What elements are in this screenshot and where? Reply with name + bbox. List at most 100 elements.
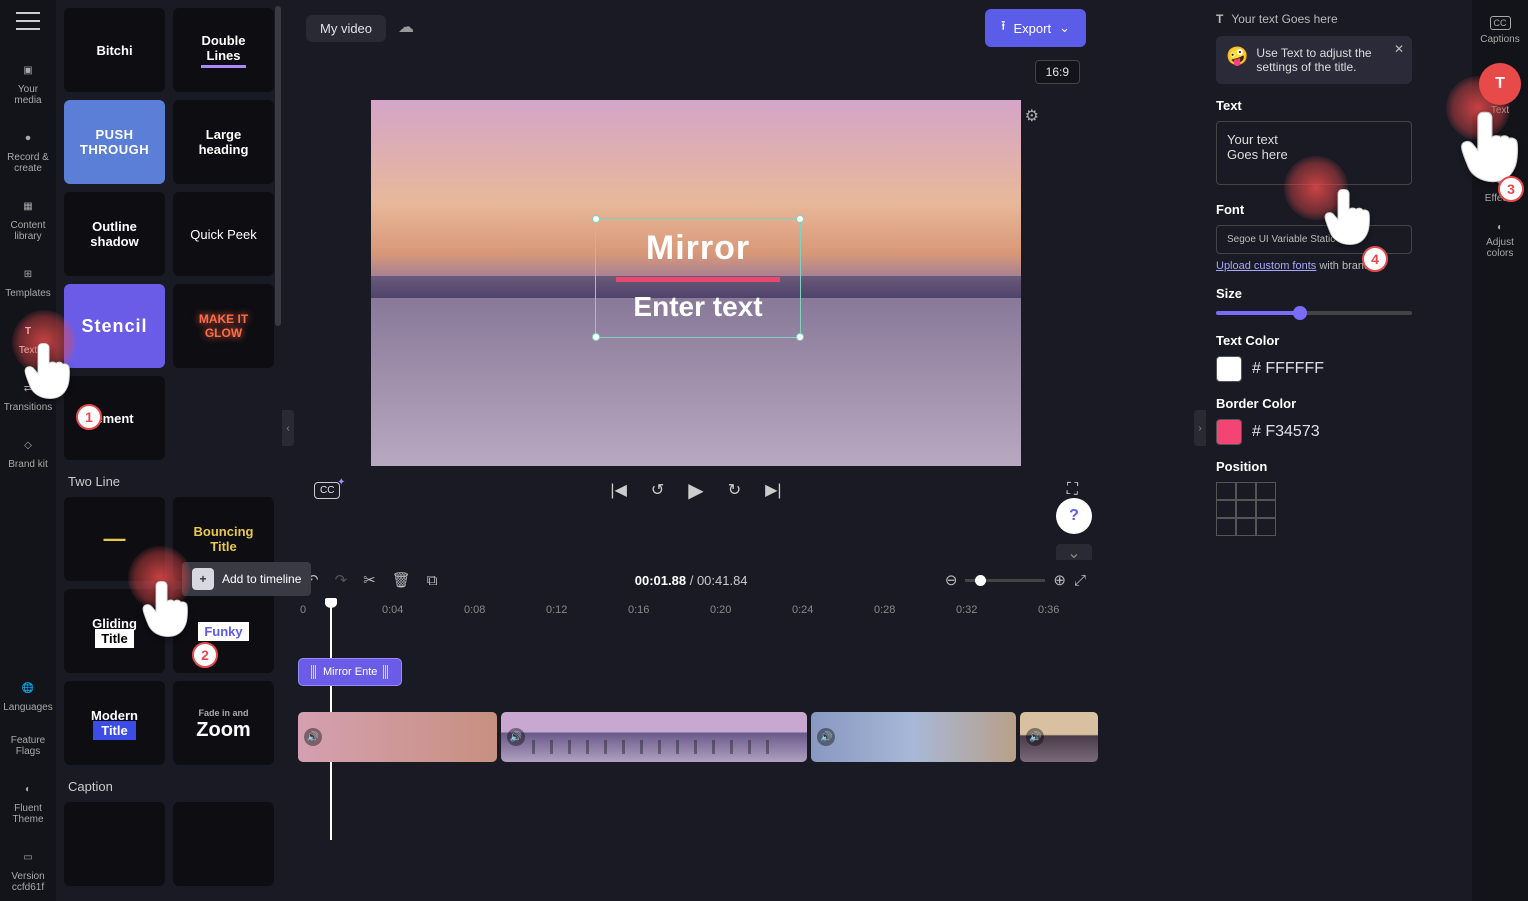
video-clip[interactable]: 🔊 (298, 712, 497, 762)
rr-filters[interactable]: ◎ Filters (1476, 128, 1524, 166)
resize-handle[interactable] (592, 215, 600, 223)
clip-grip-right[interactable] (383, 665, 389, 679)
style-bouncing-title[interactable]: BouncingTitle (173, 497, 274, 581)
cloud-sync-icon[interactable]: ☁ (398, 17, 420, 39)
zoom-in-button[interactable]: ⊕ (1053, 571, 1066, 589)
export-button[interactable]: ⭱ Export ⌄ (985, 9, 1086, 47)
text-icon: T (1216, 12, 1223, 26)
styles-scrollbar[interactable] (275, 6, 281, 326)
font-select[interactable]: Segoe UI Variable Static Di... (1216, 225, 1412, 254)
captions-toggle-icon[interactable]: CC (314, 482, 340, 499)
aspect-ratio[interactable]: 16:9 (1035, 60, 1080, 84)
style-caption-2[interactable] (173, 802, 274, 886)
pos-tc[interactable] (1236, 482, 1256, 500)
style-quick-peek[interactable]: Quick Peek (173, 192, 274, 276)
zoom-slider[interactable] (965, 579, 1045, 582)
pos-bc[interactable] (1236, 518, 1256, 536)
style-outline-shadow[interactable]: Outlineshadow (64, 192, 165, 276)
nav-fluent-theme[interactable]: ◐ Fluent Theme (4, 771, 52, 833)
props-header: T Your text Goes here (1216, 12, 1412, 26)
style-caption-1[interactable] (64, 802, 165, 886)
style-ement[interactable]: ement (64, 376, 165, 460)
style-gliding-title[interactable]: GlidingTitle (64, 589, 165, 673)
nav-text[interactable]: T Text (4, 313, 52, 364)
nav-transitions[interactable]: ⇄ Transitions (4, 370, 52, 421)
style-funky[interactable]: Funky (173, 589, 274, 673)
rr-captions[interactable]: CC Captions (1476, 10, 1524, 51)
project-name[interactable]: My video (306, 15, 386, 42)
next-frame-button[interactable]: ▶| (765, 480, 781, 500)
text-clip[interactable]: Mirror Ente (298, 658, 402, 686)
style-modern-title[interactable]: ModernTitle (64, 681, 165, 765)
resize-handle[interactable] (592, 333, 600, 341)
rewind-button[interactable]: ↺ (651, 480, 664, 500)
nav-your-media[interactable]: ▣ Your media (4, 52, 52, 114)
nav-brand-kit[interactable]: ◇ Brand kit (4, 427, 52, 478)
style-fade-zoom[interactable]: Fade in andZoom (173, 681, 274, 765)
style-bitchi[interactable]: Bitchi (64, 8, 165, 92)
fit-button[interactable]: ⤢ (1074, 572, 1086, 589)
fullscreen-button[interactable]: ⛶ (1067, 481, 1078, 499)
nav-languages[interactable]: 🌐 Languages (4, 670, 52, 721)
timeline-tracks: Mirror Ente 🔊 🔊 🔊 🔊 (294, 624, 1098, 762)
redo-button[interactable]: ↷ (335, 571, 348, 589)
text-input[interactable] (1216, 121, 1412, 185)
style-make-it-glow[interactable]: MAKE ITGLOW (173, 284, 274, 368)
nav-record[interactable]: ⏺ Record & create (4, 120, 52, 182)
style-push-through[interactable]: PUSH THROUGH (64, 100, 165, 184)
nav-content-library[interactable]: ▦ Content library (4, 188, 52, 250)
size-slider[interactable] (1216, 311, 1412, 315)
duplicate-button[interactable]: ⧉ (427, 572, 438, 589)
upload-fonts-link[interactable]: Upload custom fonts (1216, 260, 1316, 272)
nav-label: Transitions (4, 402, 53, 413)
close-icon[interactable]: ✕ (1394, 42, 1404, 56)
speaker-icon[interactable]: 🔊 (507, 728, 525, 746)
gear-icon[interactable]: ⚙ (1025, 106, 1039, 126)
delete-button[interactable]: 🗑 (392, 571, 411, 589)
clip-grip-left[interactable] (311, 665, 317, 679)
resize-handle[interactable] (796, 333, 804, 341)
play-button[interactable]: ▶ (688, 478, 703, 503)
forward-button[interactable]: ↻ (728, 480, 741, 500)
style-two-line-dash[interactable]: — (64, 497, 165, 581)
text-selection-box[interactable]: Mirror Enter text (595, 218, 801, 338)
speaker-icon[interactable]: 🔊 (817, 728, 835, 746)
rr-effects[interactable]: ✦ Effects (1476, 172, 1524, 210)
collapse-right-icon[interactable]: › (1194, 410, 1206, 446)
resize-handle[interactable] (796, 215, 804, 223)
undo-button[interactable]: ↶ (306, 571, 319, 589)
rr-adjust-colors[interactable]: ◐ Adjust colors (1476, 216, 1524, 265)
rr-text[interactable]: T Text (1476, 57, 1524, 122)
video-clip[interactable]: 🔊 (811, 712, 1016, 762)
split-button[interactable]: ✂ (363, 571, 376, 589)
text-color-swatch[interactable] (1216, 356, 1242, 382)
pos-tr[interactable] (1256, 482, 1276, 500)
speaker-icon[interactable]: 🔊 (304, 728, 322, 746)
pos-mc[interactable] (1236, 500, 1256, 518)
style-double-lines[interactable]: DoubleLines (173, 8, 274, 92)
nav-templates[interactable]: ⊞ Templates (4, 256, 52, 307)
timeline-ruler[interactable]: 0 0:04 0:08 0:12 0:16 0:20 0:24 0:28 0:3… (294, 600, 1098, 624)
pos-bl[interactable] (1216, 518, 1236, 536)
slider-thumb[interactable] (1293, 306, 1307, 320)
section-caption: Caption (68, 779, 274, 794)
video-preview[interactable]: Mirror Enter text (371, 100, 1021, 466)
speaker-icon[interactable]: 🔊 (1026, 728, 1044, 746)
nav-feature-flags[interactable]: Feature Flags (4, 727, 52, 765)
pos-ml[interactable] (1216, 500, 1236, 518)
prev-frame-button[interactable]: |◀ (610, 480, 626, 500)
video-clip[interactable]: 🔊 (501, 712, 807, 762)
pos-tl[interactable] (1216, 482, 1236, 500)
style-large-heading[interactable]: Largeheading (173, 100, 274, 184)
zoom-thumb[interactable] (975, 575, 986, 586)
pos-br[interactable] (1256, 518, 1276, 536)
zoom-out-button[interactable]: ⊖ (945, 571, 958, 589)
style-stencil[interactable]: Stencil (64, 284, 165, 368)
nav-version[interactable]: ▭ Version ccfd61f (4, 839, 52, 901)
video-clip[interactable]: 🔊 (1020, 712, 1098, 762)
help-button[interactable]: ? (1056, 498, 1092, 534)
collapse-left-icon[interactable]: ‹ (282, 410, 294, 446)
border-color-swatch[interactable] (1216, 419, 1242, 445)
menu-icon[interactable] (16, 12, 40, 30)
pos-mr[interactable] (1256, 500, 1276, 518)
